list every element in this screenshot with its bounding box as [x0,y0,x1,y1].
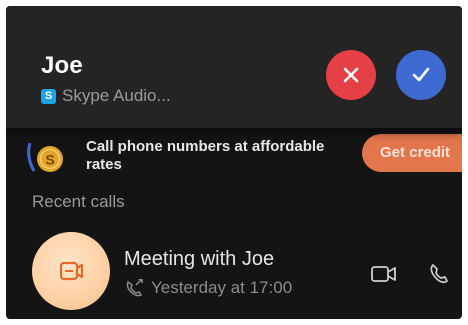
recent-call-item[interactable]: Meeting with Joe Yesterday at 17:00 [6,226,462,319]
incoming-call-card: Joe S Skype Audio... [6,6,462,128]
call-title: Meeting with Joe [124,248,275,270]
video-camera-icon [371,266,396,282]
outgoing-call-icon [126,279,143,297]
meeting-avatar [32,232,110,310]
decline-call-button[interactable] [326,50,376,100]
call-time: Yesterday at 17:00 [151,278,293,297]
app-screen: S Call phone numbers at affordable rates… [6,6,462,319]
checkmark-icon [412,67,430,82]
call-source: S Skype Audio... [41,86,171,106]
call-detail: Yesterday at 17:00 [124,278,292,298]
skype-icon: S [41,88,56,104]
audio-call-button[interactable] [424,262,454,286]
meeting-icon [59,261,84,281]
promo-text: Call phone numbers at affordable rates [86,138,325,173]
video-call-button[interactable] [369,262,399,286]
recent-calls-heading: Recent calls [32,192,125,211]
phone-icon [430,264,448,284]
accept-call-button[interactable] [396,50,446,100]
call-source-label: Skype Audio... [62,86,171,105]
svg-text:S: S [45,152,54,168]
close-icon [343,67,359,83]
get-credit-button[interactable]: Get credit [362,134,462,172]
caller-name: Joe [41,52,83,79]
coin-icon: S [27,142,63,172]
